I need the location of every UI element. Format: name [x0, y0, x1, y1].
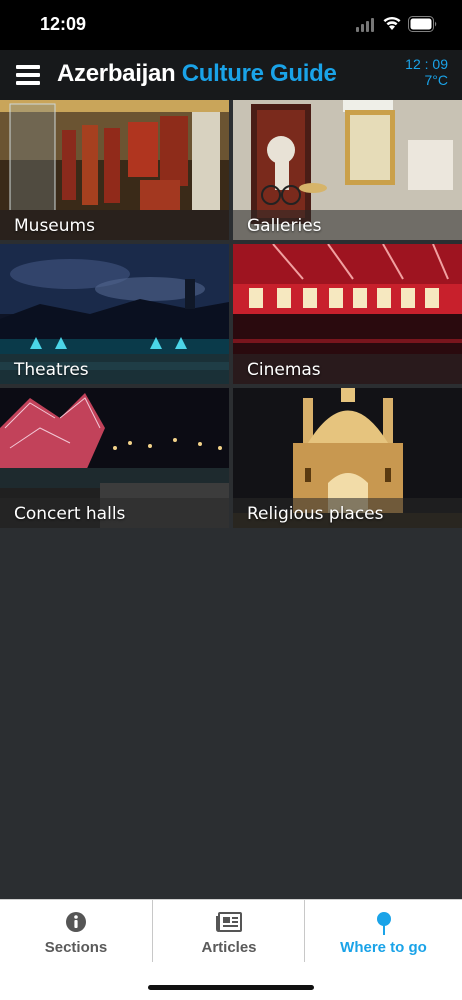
app-title-part2: Culture Guide — [181, 60, 337, 87]
tab-label: Sections — [44, 939, 108, 956]
status-time: 12:09 — [40, 14, 87, 34]
info-icon — [66, 912, 86, 932]
section-tile-concert-halls[interactable]: Concert halls — [0, 388, 229, 528]
signal-icon — [356, 18, 374, 32]
tab-where-to-go[interactable]: Where to go — [305, 900, 462, 966]
header-clock-weather: 12 : 09 7°C — [405, 56, 448, 88]
tab-sections[interactable]: Sections — [0, 900, 152, 966]
section-tile-religious-places[interactable]: Religious places — [233, 388, 462, 528]
section-label: Religious places — [247, 504, 384, 524]
menu-icon[interactable] — [16, 65, 40, 85]
wifi-icon — [383, 16, 401, 30]
section-label: Concert halls — [14, 504, 126, 524]
section-tile-museums[interactable]: Museums — [0, 100, 229, 240]
battery-icon — [408, 16, 437, 32]
section-label: Galleries — [247, 216, 322, 236]
newspaper-icon — [216, 912, 242, 932]
section-tile-theatres[interactable]: Theatres — [0, 244, 229, 384]
home-indicator — [148, 985, 314, 990]
header-temperature: 7°C — [424, 72, 449, 88]
section-tile-cinemas[interactable]: Cinemas — [233, 244, 462, 384]
status-bar: 12:09 — [0, 0, 462, 50]
section-label: Museums — [14, 216, 95, 236]
app-title-part1: Azerbaijan — [57, 60, 176, 87]
app-title: Azerbaijan Culture Guide — [57, 60, 337, 88]
section-label: Theatres — [14, 360, 89, 380]
tab-articles[interactable]: Articles — [153, 900, 305, 966]
tab-label: Where to go — [340, 939, 427, 956]
header-clock: 12 : 09 — [405, 56, 448, 72]
section-tile-galleries[interactable]: Galleries — [233, 100, 462, 240]
location-pin-icon — [376, 912, 391, 935]
app-header: Azerbaijan Culture Guide 12 : 09 7°C — [0, 50, 462, 100]
section-label: Cinemas — [247, 360, 321, 380]
tab-label: Articles — [201, 939, 257, 956]
